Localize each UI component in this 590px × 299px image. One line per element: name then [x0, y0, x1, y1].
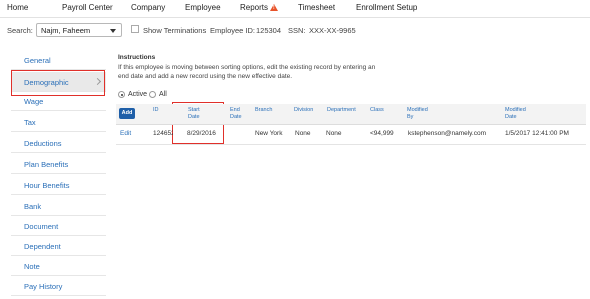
cell-class: <94,999: [370, 130, 394, 137]
sidebar-item-dependent[interactable]: Dependent: [11, 236, 106, 256]
show-terminations-checkbox[interactable]: [131, 25, 139, 33]
cell-modified-by: kstephenson@namely.com: [408, 130, 487, 137]
header-start-date-line1: Start: [188, 107, 200, 113]
employee-id-label: Employee ID:: [210, 26, 256, 35]
sidebar-item-wage[interactable]: Wage: [11, 91, 106, 111]
chevron-right-icon: [93, 77, 102, 86]
sidebar-item-label: Plan Benefits: [24, 160, 69, 169]
header-department[interactable]: Department: [327, 107, 356, 114]
sidebar-item-label: Dependent: [24, 242, 61, 251]
active-radio-label: Active: [128, 91, 148, 98]
employee-filter-bar: Search: Najm, Faheem Show Terminations E…: [0, 18, 590, 44]
search-label: Search:: [7, 26, 33, 35]
header-start-date[interactable]: Start Date: [188, 107, 200, 121]
nav-enrollment-setup[interactable]: Enrollment Setup: [356, 3, 417, 12]
nav-payroll-center[interactable]: Payroll Center: [62, 3, 113, 12]
employee-id-value: 125304: [256, 26, 282, 35]
header-end-date-line1: End: [230, 107, 240, 113]
ssn-value: XXX-XX-9965: [309, 26, 356, 35]
sidebar-item-label: Document: [24, 222, 59, 231]
active-radio[interactable]: [118, 91, 125, 98]
header-division[interactable]: Division: [294, 107, 313, 114]
add-record-button[interactable]: Add: [119, 108, 135, 119]
show-terminations-label: Show Terminations: [143, 26, 207, 35]
nav-timesheet[interactable]: Timesheet: [298, 3, 335, 12]
sidebar-item-label: Demographic: [24, 78, 69, 87]
sidebar-item-document[interactable]: Document: [11, 216, 106, 236]
cell-start-date: 8/29/2016: [187, 130, 216, 137]
ssn-label: SSN:: [288, 26, 306, 35]
chevron-down-icon: [110, 29, 116, 33]
sidebar-item-label: Bank: [24, 202, 42, 211]
sidebar-item-tax[interactable]: Tax: [11, 112, 106, 132]
sidebar-item-label: Deductions: [24, 139, 62, 148]
instructions-text: If this employee is moving between sorti…: [118, 64, 376, 80]
cell-department: None: [326, 130, 342, 137]
all-radio[interactable]: [149, 91, 156, 98]
header-modified-by-line2: By: [407, 114, 414, 120]
sidebar-item-label: Pay History: [24, 282, 63, 291]
nav-reports-label: Reports: [240, 3, 269, 12]
sidebar-item-pay-history[interactable]: Pay History: [11, 276, 106, 296]
sidebar-item-label: Note: [24, 262, 40, 271]
header-id[interactable]: ID: [153, 107, 159, 114]
header-end-date-line2: Date: [230, 114, 242, 120]
sidebar-item-bank[interactable]: Bank: [11, 196, 106, 216]
cell-modified-date: 1/5/2017 12:41:00 PM: [505, 130, 569, 137]
sidebar-item-demographic[interactable]: Demographic: [11, 72, 106, 92]
nav-employee[interactable]: Employee: [185, 3, 221, 12]
table-header: Add ID Start Date End Date Branch Division…: [116, 104, 586, 125]
header-modified-date[interactable]: Modified Date: [505, 107, 526, 121]
cell-branch: New York: [255, 130, 283, 137]
table-row: Edit 124652 8/29/2016 New York None None…: [116, 124, 586, 145]
header-modified-by[interactable]: Modified By: [407, 107, 428, 121]
cell-id: 124652: [153, 130, 173, 137]
sidebar-item-plan-benefits[interactable]: Plan Benefits: [11, 154, 106, 174]
top-navigation: Home Payroll Center Company Employee Rep…: [0, 0, 590, 18]
header-start-date-line2: Date: [188, 114, 200, 120]
sidebar-item-deductions[interactable]: Deductions: [11, 133, 106, 153]
sidebar-item-label: Tax: [24, 118, 36, 127]
nav-reports[interactable]: Reports!: [240, 3, 279, 12]
edit-link[interactable]: Edit: [120, 130, 131, 137]
sidebar-item-label: General: [24, 56, 51, 65]
header-end-date[interactable]: End Date: [230, 107, 242, 121]
header-branch[interactable]: Branch: [255, 107, 272, 114]
sidebar-item-general[interactable]: General: [11, 50, 106, 70]
header-modified-by-line1: Modified: [407, 107, 428, 113]
instructions-title: Instructions: [118, 54, 156, 61]
header-class[interactable]: Class: [370, 107, 384, 114]
add-button-label: Add: [121, 110, 133, 116]
nav-company[interactable]: Company: [131, 3, 165, 12]
employee-select-value: Najm, Faheem: [41, 26, 91, 35]
sidebar-item-hour-benefits[interactable]: Hour Benefits: [11, 175, 106, 195]
all-radio-label: All: [159, 91, 167, 98]
cell-division: None: [295, 130, 311, 137]
employee-select[interactable]: Najm, Faheem: [36, 23, 122, 37]
sidebar-item-note[interactable]: Note: [11, 256, 106, 276]
sidebar-item-label: Hour Benefits: [24, 181, 70, 190]
sidebar-item-label: Wage: [24, 97, 44, 106]
warning-triangle-icon: !: [270, 4, 279, 11]
nav-home[interactable]: Home: [7, 3, 28, 12]
